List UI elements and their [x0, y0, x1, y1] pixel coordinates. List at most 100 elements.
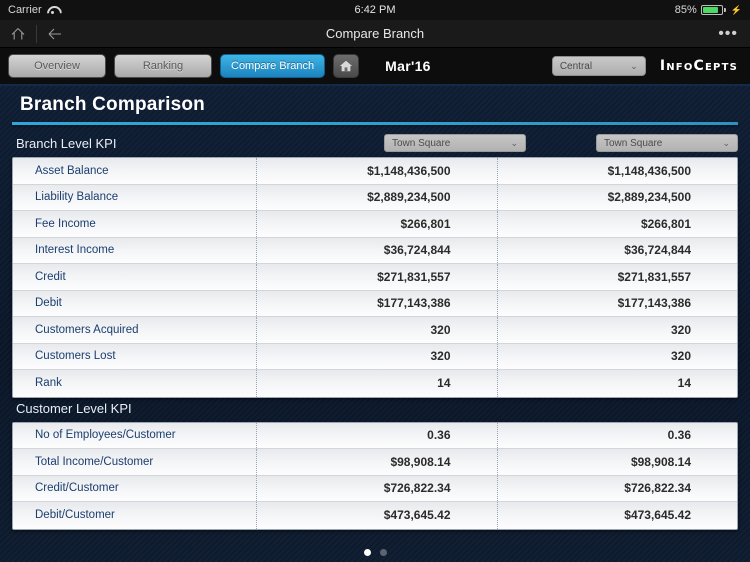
lightning-bolt-icon: ⚡	[730, 4, 742, 15]
row-value-a: $1,148,436,500	[257, 158, 498, 184]
row-value-a: 14	[257, 370, 498, 397]
row-value-b: $726,822.34	[624, 481, 691, 496]
chevron-down-icon: ⌄	[510, 137, 518, 148]
row-value-a: 0.36	[257, 422, 498, 448]
content-area: Branch Comparison Branch Level KPI Town …	[0, 86, 750, 562]
status-bar-time: 6:42 PM	[354, 4, 396, 16]
page-title: Branch Comparison	[20, 94, 205, 115]
row-value-a: $98,908.14	[257, 449, 498, 475]
tab-compare-branch[interactable]: Compare Branch	[220, 54, 326, 78]
branch-select-b[interactable]: Town Square ⌄	[596, 134, 738, 152]
row-value-a: $266,801	[257, 211, 498, 237]
row-metric: Debit	[13, 290, 257, 316]
table-row[interactable]: Asset Balance $1,148,436,500 $1,148,436,…	[13, 158, 737, 185]
table-row[interactable]: Interest Income $36,724,844 $36,724,844	[13, 237, 737, 264]
branch-level-kpi-table: Asset Balance $1,148,436,500 $1,148,436,…	[12, 157, 738, 398]
table-row[interactable]: Customers Acquired 320 320	[13, 317, 737, 344]
page-dot-1[interactable]	[363, 549, 371, 556]
nav-bar-right: •••	[718, 25, 750, 41]
arrow-up-icon	[11, 27, 25, 39]
row-value-b: 14	[677, 376, 691, 391]
period-label: Mar'16	[385, 58, 431, 74]
row-metric: Total Income/Customer	[13, 449, 257, 475]
arrow-left-icon	[48, 28, 61, 39]
back-button[interactable]	[37, 20, 73, 48]
row-metric: No of Employees/Customer	[13, 422, 257, 448]
row-value-a: $2,889,234,500	[257, 184, 498, 210]
app-root: Carrier 6:42 PM 85% ⚡ Compare Branch •••…	[0, 0, 750, 562]
battery-percent-label: 85%	[674, 4, 697, 16]
chevron-down-icon: ⌄	[722, 137, 730, 148]
row-value-b: 0.36	[667, 428, 691, 443]
chevron-down-icon: ⌄	[630, 60, 638, 71]
row-value-b: $266,801	[640, 216, 691, 231]
row-metric: Customers Lost	[13, 343, 257, 369]
row-value-a: 320	[257, 343, 498, 369]
row-metric: Asset Balance	[13, 158, 257, 184]
row-value-a: $473,645.42	[257, 502, 498, 529]
tab-ranking[interactable]: Ranking	[114, 54, 212, 78]
section-label-customer-level-kpi: Customer Level KPI	[16, 401, 132, 416]
row-value-b: $98,908.14	[630, 454, 691, 469]
table-row[interactable]: Debit/Customer $473,645.42 $473,645.42	[13, 502, 737, 529]
row-value-b: $271,831,557	[617, 269, 691, 284]
page-indicator	[0, 549, 750, 556]
table-row[interactable]: Rank 14 14	[13, 370, 737, 397]
home-icon	[340, 60, 353, 72]
row-value-b: $473,645.42	[624, 508, 691, 523]
row-value-b: $2,889,234,500	[607, 190, 691, 205]
row-value-a: $726,822.34	[257, 475, 498, 501]
row-metric: Customers Acquired	[13, 317, 257, 343]
row-value-a: $36,724,844	[257, 237, 498, 263]
row-metric: Fee Income	[13, 211, 257, 237]
table-row[interactable]: Fee Income $266,801 $266,801	[13, 211, 737, 238]
branch-select-a-value: Town Square	[392, 137, 451, 149]
status-bar-left: Carrier	[8, 4, 355, 16]
status-bar: Carrier 6:42 PM 85% ⚡	[0, 0, 750, 20]
battery-icon	[700, 5, 726, 15]
nav-bar: Compare Branch •••	[0, 20, 750, 48]
section-label-branch-level-kpi: Branch Level KPI	[16, 135, 117, 151]
table-row[interactable]: Credit/Customer $726,822.34 $726,822.34	[13, 475, 737, 502]
page-title-nav: Compare Branch	[325, 26, 425, 41]
home-button[interactable]	[333, 54, 360, 78]
table-row[interactable]: Total Income/Customer $98,908.14 $98,908…	[13, 449, 737, 476]
row-value-b: 320	[670, 349, 691, 364]
row-metric: Liability Balance	[13, 184, 257, 210]
table-row[interactable]: Credit $271,831,557 $271,831,557	[13, 264, 737, 291]
row-metric: Interest Income	[13, 237, 257, 263]
row-value-a: $271,831,557	[257, 264, 498, 290]
infocepts-logo: InfoCepts	[659, 58, 738, 74]
status-bar-right: 85% ⚡	[395, 4, 742, 16]
customer-level-kpi-table: No of Employees/Customer 0.36 0.36 Total…	[12, 421, 738, 530]
tab-overview[interactable]: Overview	[8, 54, 106, 78]
region-select[interactable]: Central ⌄	[551, 56, 646, 76]
row-value-a: $177,143,386	[257, 290, 498, 316]
table-row[interactable]: Debit $177,143,386 $177,143,386	[13, 290, 737, 317]
row-value-b: $36,724,844	[624, 243, 691, 258]
row-metric: Rank	[13, 370, 257, 397]
row-value-b: $1,148,436,500	[607, 163, 691, 178]
more-options-button[interactable]: •••	[718, 25, 738, 41]
home-up-button[interactable]	[0, 20, 36, 48]
carrier-label: Carrier	[8, 4, 42, 16]
table-row[interactable]: Customers Lost 320 320	[13, 343, 737, 370]
row-metric: Credit	[13, 264, 257, 290]
region-select-value: Central	[559, 60, 593, 72]
toolbar-right: Central ⌄ InfoCepts	[551, 56, 742, 76]
branch-select-a[interactable]: Town Square ⌄	[384, 134, 526, 152]
row-metric: Debit/Customer	[13, 502, 257, 529]
app-toolbar: Overview Ranking Compare Branch Mar'16 C…	[0, 48, 750, 86]
table-row[interactable]: Liability Balance $2,889,234,500 $2,889,…	[13, 184, 737, 211]
row-value-b: 320	[670, 322, 691, 337]
wifi-icon	[47, 5, 59, 15]
section-header-customer-level-kpi: Customer Level KPI	[12, 398, 738, 422]
branch-select-group: Town Square ⌄ Town Square ⌄	[384, 134, 738, 152]
table-row[interactable]: No of Employees/Customer 0.36 0.36	[13, 422, 737, 449]
section-header-branch-level-kpi: Branch Level KPI Town Square ⌄ Town Squa…	[12, 131, 738, 157]
row-value-a: 320	[257, 317, 498, 343]
row-value-b: $177,143,386	[617, 296, 691, 311]
nav-bar-left	[0, 20, 73, 47]
page-dot-2[interactable]	[379, 549, 387, 556]
title-underline	[12, 122, 738, 125]
